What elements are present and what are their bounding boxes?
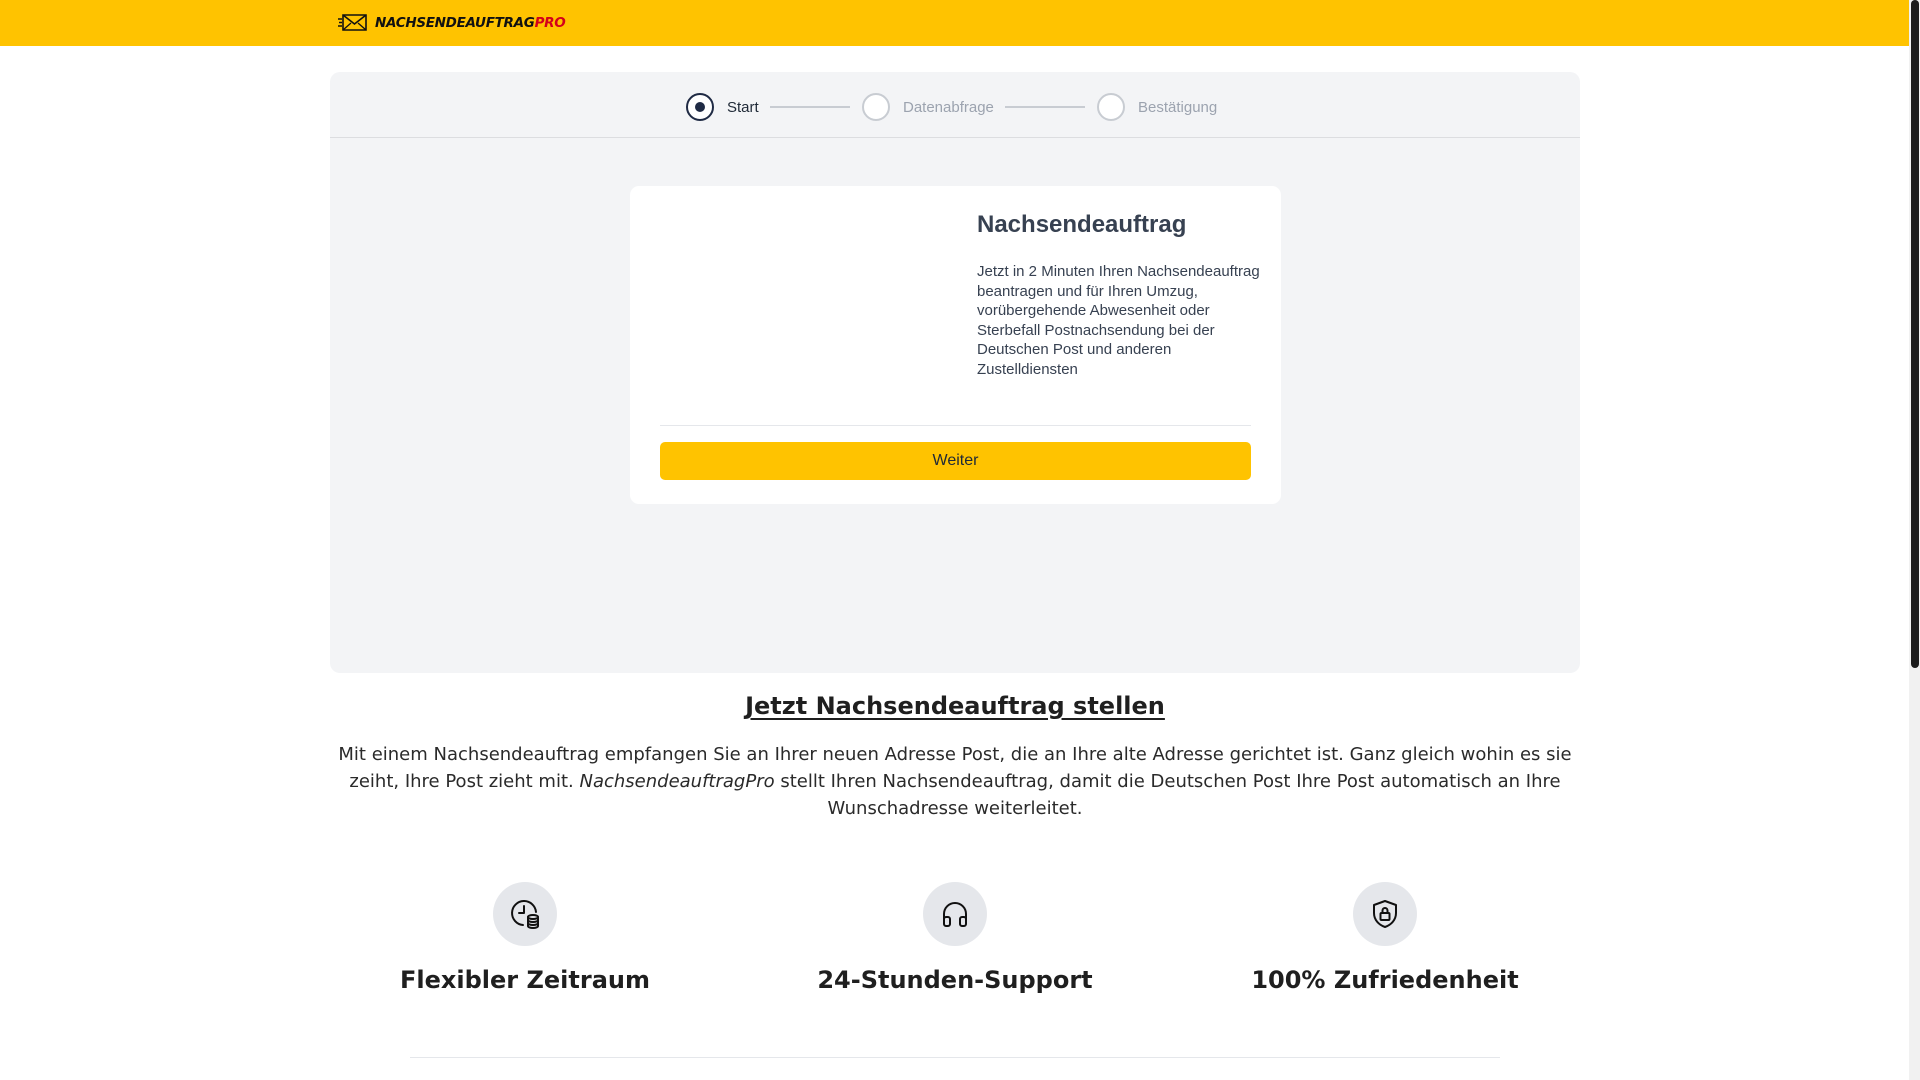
step-label: Datenabfrage	[903, 98, 994, 116]
active-dot-icon	[695, 102, 705, 112]
envelope-logo-icon	[338, 14, 367, 31]
step-indicator	[862, 93, 890, 121]
feature-label: Flexibler Zeitraum	[400, 966, 650, 994]
step-label: Bestätigung	[1138, 98, 1218, 116]
card-divider	[660, 425, 1251, 426]
step-indicator	[1097, 93, 1125, 121]
scrollbar-thumb[interactable]	[1911, 0, 1919, 668]
feature-label: 100% Zufriedenheit	[1251, 966, 1519, 994]
section-text-part: stellt Ihren Nachsendeauftrag, damit die…	[774, 771, 1561, 819]
order-wizard: Start Datenabfrage Bestätigung Nachsende…	[330, 72, 1580, 673]
start-card: Nachsendeauftrag Jetzt in 2 Minuten Ihre…	[630, 186, 1281, 504]
feature-flexible-period: Flexibler Zeitraum	[310, 882, 740, 994]
feature-label: 24-Stunden-Support	[817, 966, 1093, 994]
progress-stepper: Start Datenabfrage Bestätigung	[330, 72, 1580, 138]
section-title: Jetzt Nachsendeauftrag stellen	[745, 692, 1165, 720]
step-bestaetigung: Bestätigung	[1097, 93, 1217, 121]
step-start: Start	[686, 93, 759, 121]
step-datenabfrage: Datenabfrage	[862, 93, 994, 121]
section-description: Mit einem Nachsendeauftrag empfangen Sie…	[330, 741, 1580, 822]
headphones-icon	[923, 882, 987, 946]
card-title: Nachsendeauftrag	[977, 211, 1187, 238]
feature-support: 24-Stunden-Support	[740, 882, 1170, 994]
shield-lock-icon	[1353, 882, 1417, 946]
feature-satisfaction: 100% Zufriedenheit	[1170, 882, 1600, 994]
brand-logo[interactable]: NACHSENDEAUFTRAGPRO	[338, 13, 566, 32]
step-indicator-active	[686, 93, 714, 121]
calendar-clock-icon	[493, 882, 557, 946]
step-label: Start	[727, 98, 759, 116]
top-header-bar: NACHSENDEAUFTRAGPRO	[0, 0, 1909, 46]
page-scrollbar[interactable]	[1909, 0, 1920, 1080]
brand-pro: PRO	[534, 14, 566, 31]
section-brand-name: NachsendeauftragPro	[579, 771, 775, 792]
brand-wordmark: NACHSENDEAUFTRAGPRO	[375, 14, 566, 31]
weiter-button[interactable]: Weiter	[660, 442, 1251, 480]
step-connector	[770, 106, 850, 108]
card-description: Jetzt in 2 Minuten Ihren Nachsendeauftra…	[977, 263, 1260, 378]
step-connector	[1005, 106, 1085, 108]
footer-divider	[410, 1057, 1500, 1058]
brand-name: NACHSENDEAUFTRAG	[375, 14, 535, 31]
